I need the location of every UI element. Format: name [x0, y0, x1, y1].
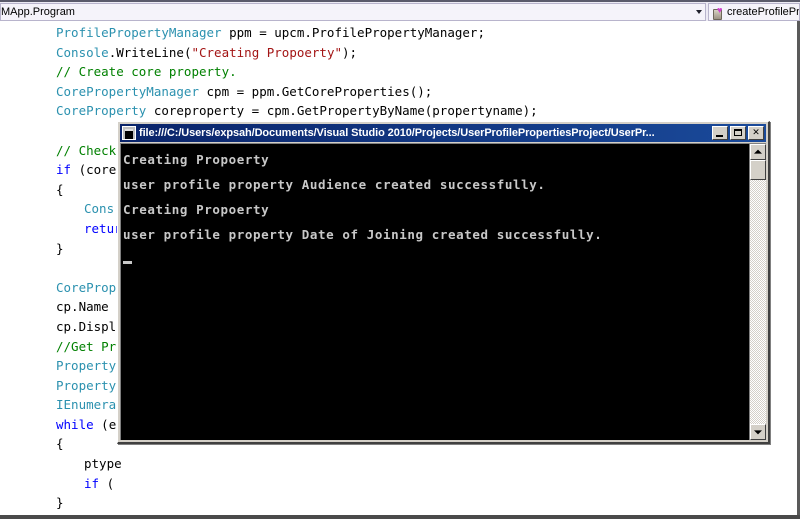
method-icon: ♥ — [712, 5, 725, 20]
code-token: (e — [93, 416, 117, 432]
scrollbar-thumb[interactable] — [750, 160, 766, 180]
console-title-text: file:///C:/Users/expsah/Documents/Visual… — [139, 127, 655, 139]
chevron-down-icon[interactable] — [696, 10, 702, 14]
code-token: retur — [84, 220, 122, 236]
code-token: Cons — [84, 201, 115, 217]
code-token: PropertyI — [56, 358, 124, 374]
code-token: } — [56, 495, 64, 511]
code-token: CoreProperty — [56, 103, 147, 119]
code-token: ppm = upcm.ProfilePropertyManager; — [221, 25, 485, 40]
code-token: coreproperty = cpm.GetPropertyByName(pro… — [146, 103, 538, 119]
console-line: user profile property Date of Joining cr… — [123, 227, 603, 242]
close-button[interactable]: ✕ — [748, 126, 764, 140]
code-line: ProfilePropertyManager ppm = upcm.Profil… — [0, 23, 538, 43]
console-icon[interactable] — [122, 126, 136, 140]
code-line: CoreProperty coreproperty = cpm.GetPrope… — [0, 101, 538, 121]
code-token: } — [56, 240, 64, 256]
code-token: ProfilePropertyManager — [56, 25, 222, 40]
code-line: if ( — [0, 474, 538, 494]
code-token: cpm = ppm.GetCoreProperties(); — [199, 83, 433, 99]
member-dropdown-label: createProfilePr — [727, 6, 799, 18]
code-line: } — [0, 493, 538, 513]
console-line: user profile property Audience created s… — [123, 177, 546, 192]
console-line: Creating Propoerty — [123, 202, 270, 217]
code-token: { — [56, 436, 64, 452]
code-line: Console.WriteLine("Creating Propoerty"); — [0, 43, 538, 63]
console-line: Creating Propoerty — [123, 152, 270, 167]
console-titlebar[interactable]: file:///C:/Users/expsah/Documents/Visual… — [120, 124, 766, 142]
console-cursor-line — [123, 247, 749, 272]
member-dropdown[interactable]: ♥ createProfilePr — [708, 3, 800, 21]
code-token: //Get Pr — [56, 338, 117, 354]
code-token: { — [56, 181, 64, 197]
code-token: ptype — [84, 456, 122, 472]
code-token: // Create core property. — [56, 64, 237, 80]
code-token: if — [84, 475, 100, 491]
code-token: cp.Name — [56, 299, 117, 315]
code-line: CorePropertyManager cpm = ppm.GetCorePro… — [0, 82, 538, 102]
code-token: // Check — [56, 142, 117, 158]
code-token: if — [56, 162, 72, 178]
navigation-bar: MApp.Program ♥ createProfilePr — [0, 0, 800, 21]
console-scrollbar[interactable] — [749, 144, 766, 440]
console-window[interactable]: file:///C:/Users/expsah/Documents/Visual… — [117, 121, 770, 444]
code-token: .WriteLine( — [108, 44, 192, 60]
code-token: ( — [99, 475, 115, 491]
code-line: // Create core property. — [0, 62, 538, 82]
scroll-up-icon[interactable] — [750, 144, 766, 160]
code-token: Console — [56, 44, 109, 60]
screen: MApp.Program ♥ createProfilePr ProfilePr… — [0, 0, 800, 519]
code-token: cp.Displa — [56, 318, 124, 334]
console-cursor — [123, 261, 132, 264]
code-token: CorePropertyManager — [56, 83, 199, 99]
scrollbar-track[interactable] — [750, 160, 766, 424]
type-dropdown-label: MApp.Program — [1, 6, 75, 18]
type-dropdown[interactable]: MApp.Program — [0, 3, 706, 21]
code-token: PropertyI — [56, 377, 124, 393]
minimize-button[interactable] — [712, 126, 728, 140]
code-token: IEnumerat — [56, 397, 124, 413]
scroll-down-icon[interactable] — [750, 424, 766, 440]
console-output: Creating Propoerty user profile property … — [121, 144, 749, 440]
code-token: (corep — [71, 162, 124, 178]
code-token: while — [56, 416, 94, 432]
console-body[interactable]: Creating Propoerty user profile property … — [120, 143, 766, 440]
code-token: "Creating Propoerty" — [191, 44, 342, 60]
maximize-button[interactable] — [730, 126, 746, 140]
code-line: ptype — [0, 454, 538, 474]
code-token: CoreProp — [56, 279, 117, 295]
code-token: ); — [342, 44, 358, 60]
